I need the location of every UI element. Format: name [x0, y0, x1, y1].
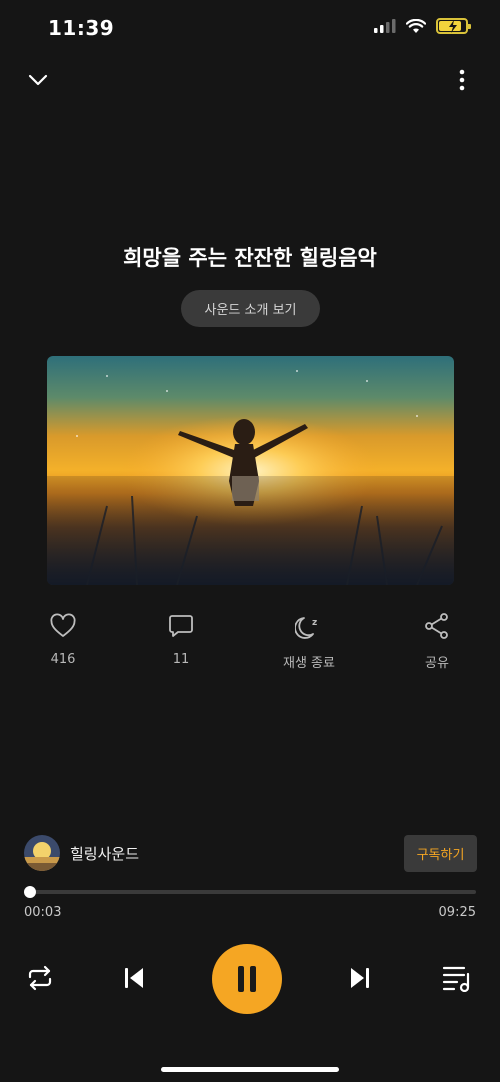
cover-art: [47, 356, 454, 585]
share-icon: [425, 613, 448, 639]
chevron-down-icon: [28, 74, 48, 86]
like-button[interactable]: 416: [18, 612, 108, 667]
sound-intro-button[interactable]: 사운드 소개 보기: [181, 290, 320, 327]
status-time: 11:39: [48, 16, 115, 40]
sleep-timer-button[interactable]: z 재생 종료: [264, 612, 354, 671]
channel-name: 힐링사운드: [70, 844, 140, 863]
channel-avatar: [24, 835, 60, 871]
cover-image: [47, 356, 454, 585]
progress-bar[interactable]: [24, 886, 476, 898]
battery-icon: [436, 18, 471, 34]
current-time: 00:03: [24, 905, 62, 920]
svg-text:z: z: [312, 618, 317, 628]
more-vertical-icon: [459, 69, 465, 91]
pause-icon: [238, 966, 256, 992]
moon-sleep-icon: z: [295, 617, 317, 639]
progress-handle[interactable]: [24, 886, 37, 898]
track-title: 희망을 주는 잔잔한 힐링음악: [123, 246, 377, 270]
player-screen: 11:39 희망을 주는 잔잔한 힐링음악 사운드 소개 보기 416 11 z…: [0, 0, 500, 1082]
share-button[interactable]: 공유: [392, 612, 482, 671]
previous-button[interactable]: [118, 962, 150, 994]
comment-button[interactable]: 11: [136, 612, 226, 667]
share-label: 공유: [425, 656, 449, 671]
more-options-button[interactable]: [446, 64, 478, 96]
comment-icon: [169, 615, 193, 637]
channel-info[interactable]: 힐링사운드: [24, 835, 139, 871]
home-indicator: [161, 1067, 339, 1072]
skip-previous-icon: [125, 968, 143, 988]
repeat-button[interactable]: [24, 962, 56, 994]
sleep-timer-label: 재생 종료: [283, 656, 335, 671]
next-button[interactable]: [344, 962, 376, 994]
status-icons: [374, 18, 471, 34]
subscribe-button[interactable]: 구독하기: [404, 835, 477, 872]
repeat-icon: [28, 965, 52, 991]
wifi-icon: [406, 18, 426, 33]
comment-count: 11: [172, 652, 190, 667]
like-count: 416: [50, 652, 76, 667]
heart-icon: [50, 613, 76, 637]
collapse-button[interactable]: [22, 64, 54, 96]
signal-icon: [374, 19, 396, 33]
playlist-icon: [442, 966, 470, 992]
skip-next-icon: [351, 968, 369, 988]
pause-button[interactable]: [212, 944, 282, 1014]
playlist-button[interactable]: [440, 962, 474, 994]
total-time: 09:25: [438, 905, 476, 920]
